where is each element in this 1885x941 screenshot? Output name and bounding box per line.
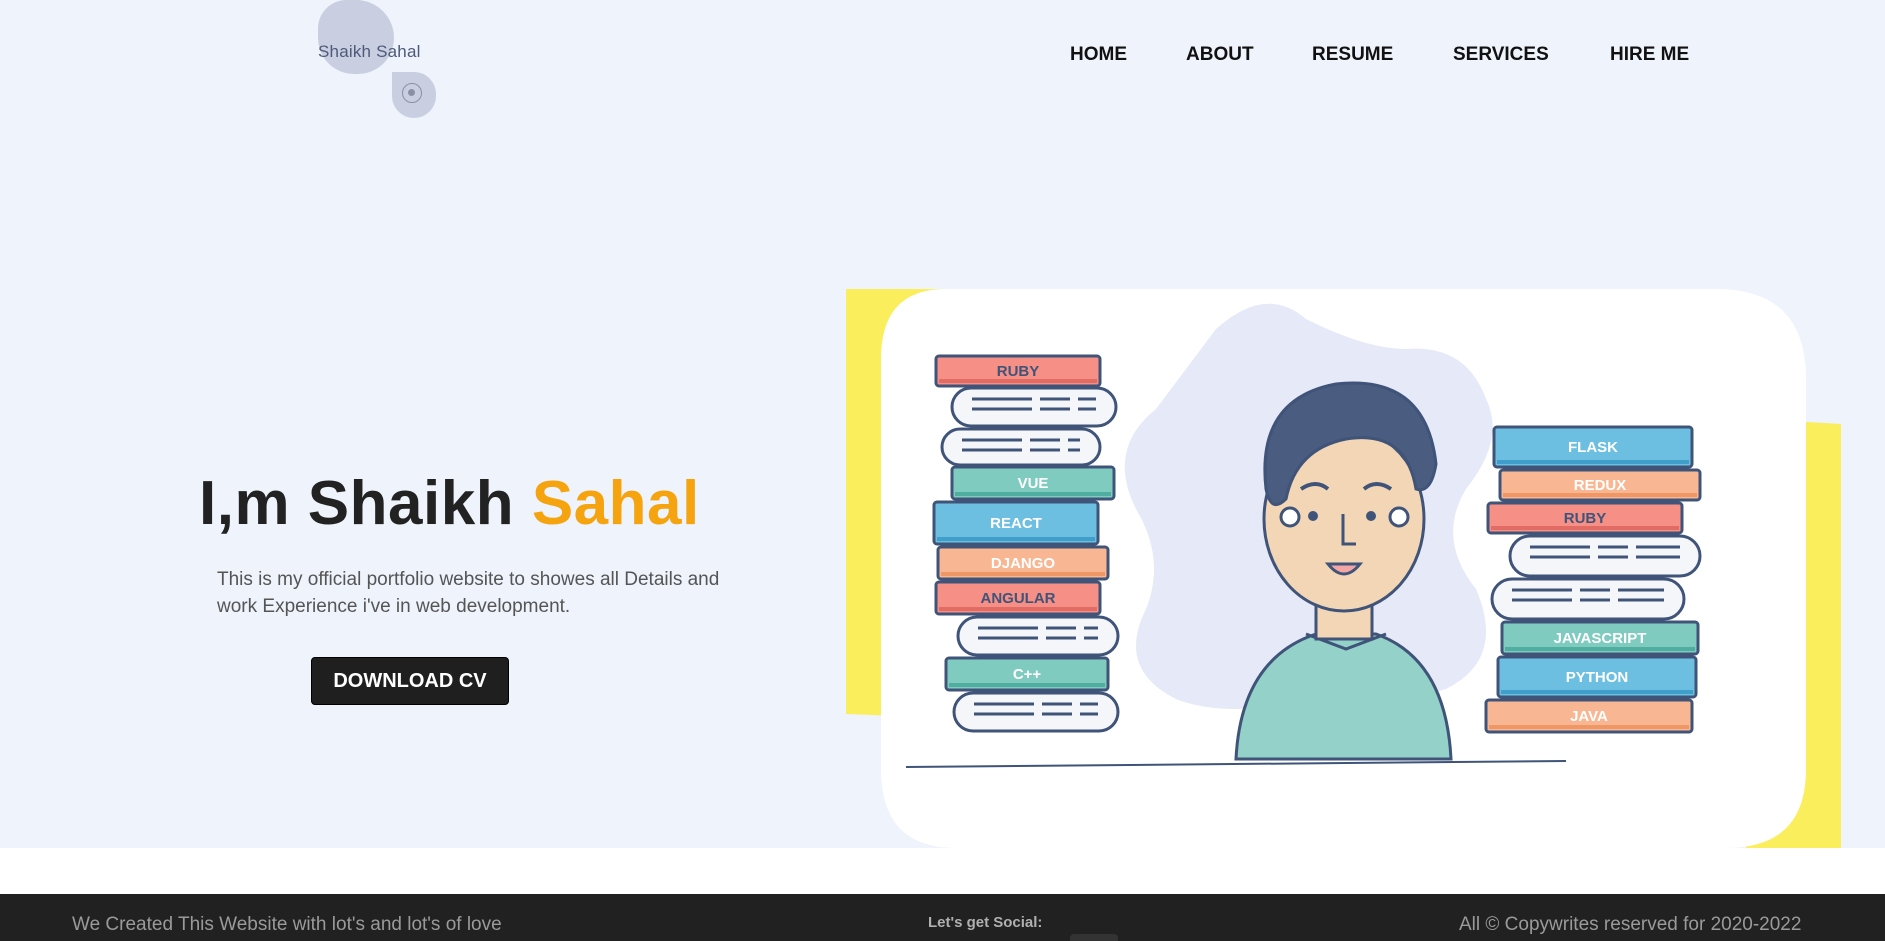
hero-headline: I,m Shaikh Sahal [199,468,700,539]
book-right-5-stripe [1501,690,1693,694]
book-right-1-stripe [1497,460,1689,464]
pages-left-3 [956,615,1120,657]
book-left-3-label: REACT [990,515,1042,532]
nav-about[interactable]: ABOUT [1186,44,1254,66]
book-left-6-stripe [949,683,1105,687]
nav-resume[interactable]: RESUME [1312,44,1393,66]
site-footer: We Created This Website with lot's and l… [0,894,1885,941]
book-left-5-label: ANGULAR [981,590,1056,607]
nav-hire-me[interactable]: HIRE ME [1610,44,1689,66]
footer-copyright: All © Copywrites reserved for 2020-2022 [1459,914,1802,935]
nav-home[interactable]: HOME [1070,44,1127,66]
book-left-1-label: RUBY [997,363,1040,380]
footer-social-label: Let's get Social: [928,914,1043,931]
book-right-1-label: FLASK [1568,439,1618,456]
book-left-6-label: C++ [1013,666,1042,683]
social-icon[interactable] [1070,934,1118,941]
left-book-stack: RUBY VUE REACT DJANGO ANGULAR C++ [932,354,1120,733]
right-book-stack: FLASK REDUX RUBY JAVASCRIPT PYTHON JAVA [1484,425,1702,734]
book-left-4-stripe [941,572,1105,576]
hero-section: Shaikh Sahal HOME ABOUT RESUME SERVICES … [0,0,1885,848]
book-right-2-label: REDUX [1574,477,1627,494]
headline-accent: Sahal [531,469,700,538]
logo-shape [318,0,394,74]
nav-services[interactable]: SERVICES [1453,44,1549,66]
headline-prefix: I,m Shaikh [199,469,532,538]
logo-eye-icon [402,83,422,103]
hero-description: This is my official portfolio website to… [217,569,720,617]
pages-left-4 [952,691,1120,733]
book-right-4-label: JAVASCRIPT [1554,630,1647,647]
footer-tagline: We Created This Website with lot's and l… [72,914,502,935]
pages-left-1 [950,386,1118,428]
book-left-3-stripe [937,537,1095,541]
hero-illustration: RUBY VUE REACT DJANGO ANGULAR C++ FLASK REDUX R… [846,289,1841,848]
download-cv-button[interactable]: DOWNLOAD CV [311,657,509,705]
book-right-4-stripe [1505,647,1695,651]
logo-text: Shaikh Sahal [318,42,421,61]
brand-logo[interactable]: Shaikh Sahal [315,0,445,120]
book-right-6-label: JAVA [1570,708,1608,725]
book-right-3-label: RUBY [1564,510,1607,527]
book-left-5-stripe [939,607,1097,611]
pages-left-2 [940,427,1102,467]
book-left-4-label: DJANGO [991,555,1056,572]
book-left-2-stripe [955,492,1111,496]
book-right-5-label: PYTHON [1566,669,1629,686]
book-right-6-stripe [1489,725,1689,729]
book-left-2-label: VUE [1018,475,1049,492]
